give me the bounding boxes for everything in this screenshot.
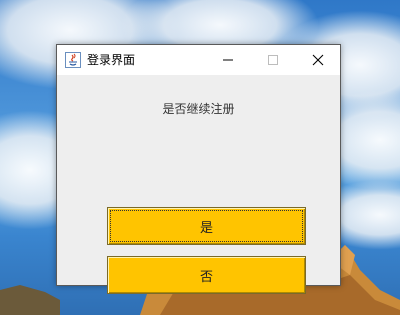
desktop-background: 登录界面 是否继续注册 是 否: [0, 0, 400, 315]
maximize-button[interactable]: [250, 45, 295, 75]
no-button[interactable]: 否: [107, 256, 306, 294]
close-button[interactable]: [295, 45, 340, 75]
window-title: 登录界面: [87, 53, 136, 67]
yes-button[interactable]: 是: [107, 207, 306, 245]
dialog-window: 登录界面 是否继续注册 是 否: [56, 44, 341, 294]
minimize-button[interactable]: [205, 45, 250, 75]
java-icon: [65, 52, 81, 68]
title-bar[interactable]: 登录界面: [57, 45, 340, 75]
prompt-label: 是否继续注册: [162, 102, 235, 116]
close-icon: [312, 54, 323, 66]
maximize-icon: [267, 55, 278, 65]
dialog-content: 是否继续注册 是 否: [57, 75, 340, 294]
minimize-icon: [222, 59, 233, 61]
